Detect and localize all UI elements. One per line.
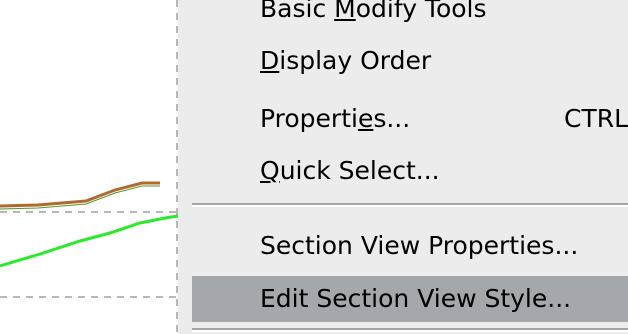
menu-item-label: Section View Properties...: [260, 231, 579, 260]
context-menu: Basic Modify Tools Display Order Propert…: [178, 0, 628, 334]
menu-item-edit-section-view-style[interactable]: Edit Section View Style...: [192, 276, 628, 322]
menu-item-label: Properties...: [260, 104, 411, 133]
design-profile-line: [0, 214, 178, 268]
menu-item-label: Basic Modify Tools: [260, 0, 487, 23]
menu-item-label: Display Order: [260, 46, 432, 75]
menu-item-label: Edit Section View Style...: [260, 284, 572, 313]
menu-separator-highlight: [192, 330, 628, 332]
menu-item-shortcut: CTRL+: [564, 104, 628, 133]
menu-separator-highlight: [192, 205, 628, 207]
menu-item-label: Quick Select...: [260, 156, 440, 185]
menu-item-display-order[interactable]: Display Order: [192, 38, 628, 84]
drawing-canvas[interactable]: [0, 0, 178, 334]
menu-item-section-view-properties[interactable]: Section View Properties...: [192, 223, 628, 269]
section-view-graphic: [0, 0, 178, 334]
menu-item-properties[interactable]: Properties... CTRL+: [192, 96, 628, 142]
menu-item-quick-select[interactable]: Quick Select...: [192, 148, 628, 194]
existing-ground-profile: [0, 181, 160, 208]
menu-item-basic-modify-tools[interactable]: Basic Modify Tools: [192, 0, 628, 32]
